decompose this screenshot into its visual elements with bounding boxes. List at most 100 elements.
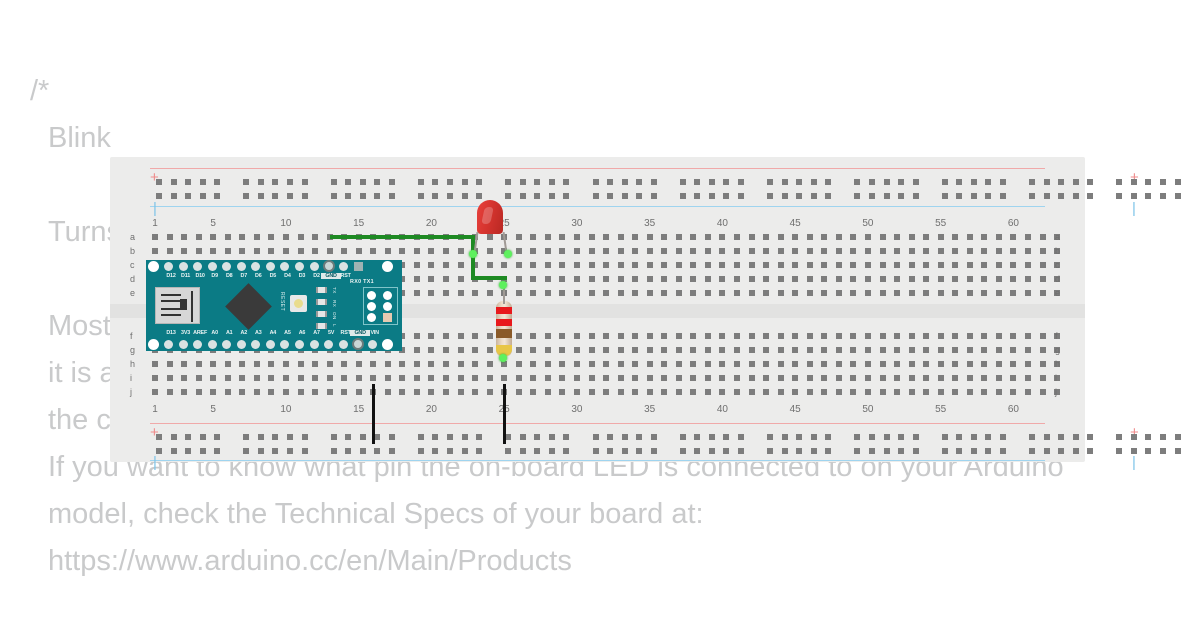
breadboard-hole[interactable]	[443, 347, 449, 353]
breadboard-hole[interactable]	[748, 375, 755, 381]
breadboard-hole[interactable]	[894, 389, 901, 395]
breadboard-hole[interactable]	[268, 234, 275, 240]
breadboard-hole[interactable]	[850, 389, 857, 395]
breadboard-hole[interactable]	[734, 333, 740, 339]
breadboard-hole[interactable]	[388, 179, 395, 185]
breadboard-hole[interactable]	[181, 234, 188, 240]
breadboard-hole[interactable]	[748, 276, 755, 282]
breadboard-hole[interactable]	[617, 290, 624, 296]
breadboard-hole[interactable]	[879, 333, 886, 339]
breadboard-hole[interactable]	[603, 333, 610, 339]
breadboard-hole[interactable]	[864, 389, 871, 395]
breadboard-hole[interactable]	[530, 234, 537, 240]
breadboard-hole[interactable]	[286, 179, 293, 185]
breadboard-hole[interactable]	[883, 179, 890, 185]
breadboard-hole[interactable]	[156, 434, 162, 440]
breadboard-hole[interactable]	[864, 234, 871, 240]
breadboard-hole[interactable]	[476, 434, 483, 440]
breadboard-hole[interactable]	[530, 347, 537, 353]
breadboard-hole[interactable]	[734, 262, 740, 268]
breadboard-hole[interactable]	[1029, 434, 1035, 440]
breadboard-hole[interactable]	[472, 361, 479, 367]
breadboard-hole[interactable]	[781, 179, 788, 185]
breadboard-hole[interactable]	[646, 234, 653, 240]
breadboard-hole[interactable]	[617, 262, 624, 268]
breadboard-hole[interactable]	[1116, 179, 1123, 185]
breadboard-hole[interactable]	[767, 193, 774, 199]
breadboard-hole[interactable]	[908, 276, 915, 282]
breadboard-hole[interactable]	[646, 276, 653, 282]
breadboard-hole[interactable]	[923, 276, 930, 282]
breadboard-hole[interactable]	[486, 262, 493, 268]
breadboard-hole[interactable]	[792, 262, 799, 268]
breadboard-hole[interactable]	[341, 361, 348, 367]
breadboard-hole[interactable]	[1087, 434, 1094, 440]
breadboard-hole[interactable]	[505, 193, 512, 199]
breadboard-hole[interactable]	[413, 347, 420, 353]
breadboard-hole[interactable]	[1025, 389, 1031, 395]
breadboard-hole[interactable]	[679, 448, 686, 454]
breadboard-hole[interactable]	[530, 290, 537, 296]
breadboard-hole[interactable]	[210, 375, 217, 381]
breadboard-hole[interactable]	[923, 333, 930, 339]
breadboard-hole[interactable]	[461, 193, 468, 199]
breadboard-hole[interactable]	[588, 333, 595, 339]
breadboard-hole[interactable]	[777, 347, 784, 353]
breadboard-hole[interactable]	[956, 434, 963, 440]
breadboard-hole[interactable]	[530, 389, 537, 395]
nano-pin-a7[interactable]	[309, 340, 319, 349]
breadboard-hole[interactable]	[821, 262, 828, 268]
breadboard-hole[interactable]	[428, 347, 435, 353]
breadboard-hole[interactable]	[457, 361, 464, 367]
breadboard-hole[interactable]	[806, 262, 813, 268]
breadboard-hole[interactable]	[723, 448, 730, 454]
breadboard-hole[interactable]	[210, 234, 217, 240]
icsp-header[interactable]	[363, 287, 398, 325]
breadboard-hole[interactable]	[1025, 276, 1031, 282]
breadboard-hole[interactable]	[326, 248, 333, 254]
breadboard-hole[interactable]	[515, 333, 522, 339]
breadboard-hole[interactable]	[632, 276, 639, 282]
breadboard-hole[interactable]	[559, 361, 566, 367]
breadboard-hole[interactable]	[312, 361, 319, 367]
breadboard-hole[interactable]	[282, 389, 289, 395]
breadboard-hole[interactable]	[952, 375, 959, 381]
breadboard-hole[interactable]	[399, 248, 406, 254]
breadboard-hole[interactable]	[559, 333, 566, 339]
breadboard-hole[interactable]	[646, 248, 653, 254]
breadboard-hole[interactable]	[486, 234, 493, 240]
breadboard-hole[interactable]	[544, 389, 551, 395]
breadboard-hole[interactable]	[413, 375, 420, 381]
breadboard-hole[interactable]	[472, 375, 479, 381]
breadboard-hole[interactable]	[792, 290, 799, 296]
breadboard-hole[interactable]	[1130, 434, 1137, 440]
breadboard-hole[interactable]	[806, 375, 813, 381]
breadboard-hole[interactable]	[443, 333, 449, 339]
breadboard-hole[interactable]	[330, 434, 337, 440]
breadboard-hole[interactable]	[359, 448, 366, 454]
breadboard-hole[interactable]	[1010, 347, 1017, 353]
breadboard-hole[interactable]	[650, 448, 657, 454]
breadboard-hole[interactable]	[548, 193, 555, 199]
breadboard-hole[interactable]	[908, 234, 915, 240]
breadboard-hole[interactable]	[661, 375, 668, 381]
breadboard-hole[interactable]	[821, 333, 828, 339]
breadboard-hole[interactable]	[1130, 179, 1137, 185]
nano-header-pad-square[interactable]	[354, 262, 363, 271]
breadboard-hole[interactable]	[239, 234, 246, 240]
breadboard-hole[interactable]	[1145, 434, 1152, 440]
nano-header-pad[interactable]	[382, 261, 393, 272]
breadboard-hole[interactable]	[286, 193, 293, 199]
breadboard-hole[interactable]	[214, 434, 221, 440]
breadboard-hole[interactable]	[636, 193, 643, 199]
breadboard-hole[interactable]	[253, 375, 260, 381]
breadboard-hole[interactable]	[345, 193, 352, 199]
breadboard-hole[interactable]	[956, 448, 963, 454]
breadboard-hole[interactable]	[1174, 193, 1181, 199]
breadboard-hole[interactable]	[719, 347, 726, 353]
breadboard-hole[interactable]	[457, 375, 464, 381]
breadboard-hole[interactable]	[282, 361, 289, 367]
breadboard-hole[interactable]	[413, 333, 420, 339]
breadboard-hole[interactable]	[152, 248, 158, 254]
breadboard-hole[interactable]	[399, 361, 406, 367]
